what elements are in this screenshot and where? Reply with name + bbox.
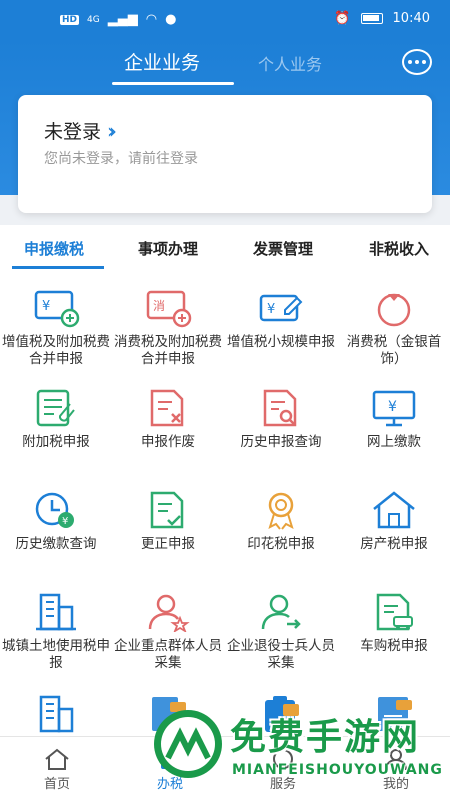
building-icon	[39, 695, 74, 733]
item-label: 消费税（金银首饰）	[346, 334, 442, 367]
item-label: 附加税申报	[22, 434, 90, 450]
double-chevron-icon: ››	[107, 118, 117, 143]
status-bar: HD 4G ▂▄▆ ◠ ● ⏰ 10:40	[0, 0, 450, 40]
item-label: 企业重点群体人员采集	[114, 638, 222, 671]
grid-item[interactable]: 企业退役士兵人员采集	[225, 592, 337, 672]
jewelry-icon	[377, 293, 411, 327]
item-label: 增值税小规模申报	[227, 334, 335, 350]
network-label: 4G	[87, 14, 100, 25]
item-label: 申报作废	[141, 434, 195, 450]
item-label: 更正申报	[141, 536, 195, 552]
item-label: 历史缴款查询	[15, 536, 97, 552]
item-label: 消费税及附加税费合并申报	[114, 334, 222, 367]
grid-item[interactable]	[0, 694, 112, 734]
tab-invoice[interactable]: 发票管理	[253, 238, 313, 259]
svg-text:¥: ¥	[267, 302, 275, 317]
grid-item[interactable]: 企业重点群体人员采集	[112, 592, 224, 672]
tab-indicator	[112, 82, 234, 85]
svg-text:消: 消	[153, 299, 165, 313]
stamp-tax-icon	[268, 492, 294, 530]
void-declaration-icon	[150, 389, 184, 427]
item-label: 历史申报查询	[240, 434, 322, 450]
vehicle-tax-icon	[376, 593, 413, 631]
grid-item[interactable]: ¥ 增值税及附加税费合并申报	[0, 288, 112, 368]
svg-text:¥: ¥	[388, 399, 397, 415]
clock: 10:40	[392, 11, 430, 26]
land-use-tax-icon	[36, 593, 76, 631]
svg-text:¥: ¥	[42, 299, 50, 314]
grid-item[interactable]: 更正申报	[112, 490, 224, 553]
wifi-icon: ◠	[145, 12, 158, 27]
watermark: 免费手游网 MIANFEISHOUYOUWANG	[150, 698, 450, 800]
vat-combined-icon: ¥	[34, 290, 80, 328]
grid-item[interactable]: ¥ 网上缴款	[338, 388, 450, 451]
tab-non-tax[interactable]: 非税收入	[369, 238, 429, 259]
category-tabs: 申报缴税 事项办理 发票管理 非税收入	[0, 228, 450, 270]
item-label: 增值税及附加税费合并申报	[2, 334, 110, 367]
tab-personal[interactable]: 个人业务	[258, 51, 322, 75]
item-label: 房产税申报	[360, 536, 428, 552]
grid-item[interactable]: 车购税申报	[338, 592, 450, 655]
tab-declare-pay[interactable]: 申报缴税	[24, 238, 84, 259]
grid-item[interactable]: 申报作废	[112, 388, 224, 451]
online-payment-icon: ¥	[372, 390, 416, 427]
grid-item[interactable]: 消费税（金银首饰）	[338, 288, 450, 368]
history-payment-icon: ¥	[35, 492, 74, 528]
watermark-logo-icon	[154, 710, 222, 778]
item-label: 网上缴款	[367, 434, 421, 450]
item-label: 车购税申报	[360, 638, 428, 654]
key-group-icon	[148, 594, 190, 632]
signal-icon: ▂▄▆	[107, 12, 138, 27]
item-label: 企业退役士兵人员采集	[227, 638, 335, 671]
home-icon	[45, 748, 69, 770]
property-tax-icon	[373, 491, 415, 529]
notification-icon: ●	[165, 12, 177, 27]
watermark-subtitle: MIANFEISHOUYOUWANG	[232, 762, 443, 778]
grid-item[interactable]: 附加税申报	[0, 388, 112, 451]
login-subtitle: 您尚未登录，请前往登录	[44, 151, 198, 167]
consumption-tax-icon: 消	[146, 290, 192, 328]
grid-item[interactable]: 消 消费税及附加税费合并申报	[112, 288, 224, 368]
login-title: 未登录	[44, 121, 102, 143]
history-query-icon	[263, 389, 297, 427]
item-label: 印花税申报	[247, 536, 315, 552]
correction-icon	[150, 491, 184, 529]
chat-icon[interactable]	[402, 49, 432, 75]
tab-enterprise[interactable]: 企业业务	[124, 48, 200, 75]
item-label: 城镇土地使用税申报	[2, 638, 110, 671]
vat-small-scale-icon: ¥	[259, 294, 303, 322]
grid-item[interactable]: 印花税申报	[225, 490, 337, 553]
watermark-title: 免费手游网	[230, 717, 421, 758]
hd-badge: HD	[60, 14, 80, 25]
alarm-icon: ⏰	[334, 11, 351, 26]
svg-text:¥: ¥	[62, 516, 68, 527]
login-card[interactable]: 未登录 ›› 您尚未登录，请前往登录	[18, 95, 432, 213]
tab-matters[interactable]: 事项办理	[138, 238, 198, 259]
battery-icon	[360, 13, 383, 24]
category-indicator	[12, 266, 104, 269]
grid-item[interactable]: 房产税申报	[338, 490, 450, 553]
grid-item[interactable]: 城镇土地使用税申报	[0, 592, 112, 672]
grid-item[interactable]: ¥ 增值税小规模申报	[225, 288, 337, 351]
nav-home[interactable]: 首页	[17, 747, 97, 792]
veteran-icon	[261, 594, 301, 630]
nav-home-label: 首页	[43, 777, 70, 792]
grid-item[interactable]: 历史申报查询	[225, 388, 337, 451]
grid-item[interactable]: ¥ 历史缴款查询	[0, 490, 112, 553]
surcharge-icon	[36, 389, 75, 427]
